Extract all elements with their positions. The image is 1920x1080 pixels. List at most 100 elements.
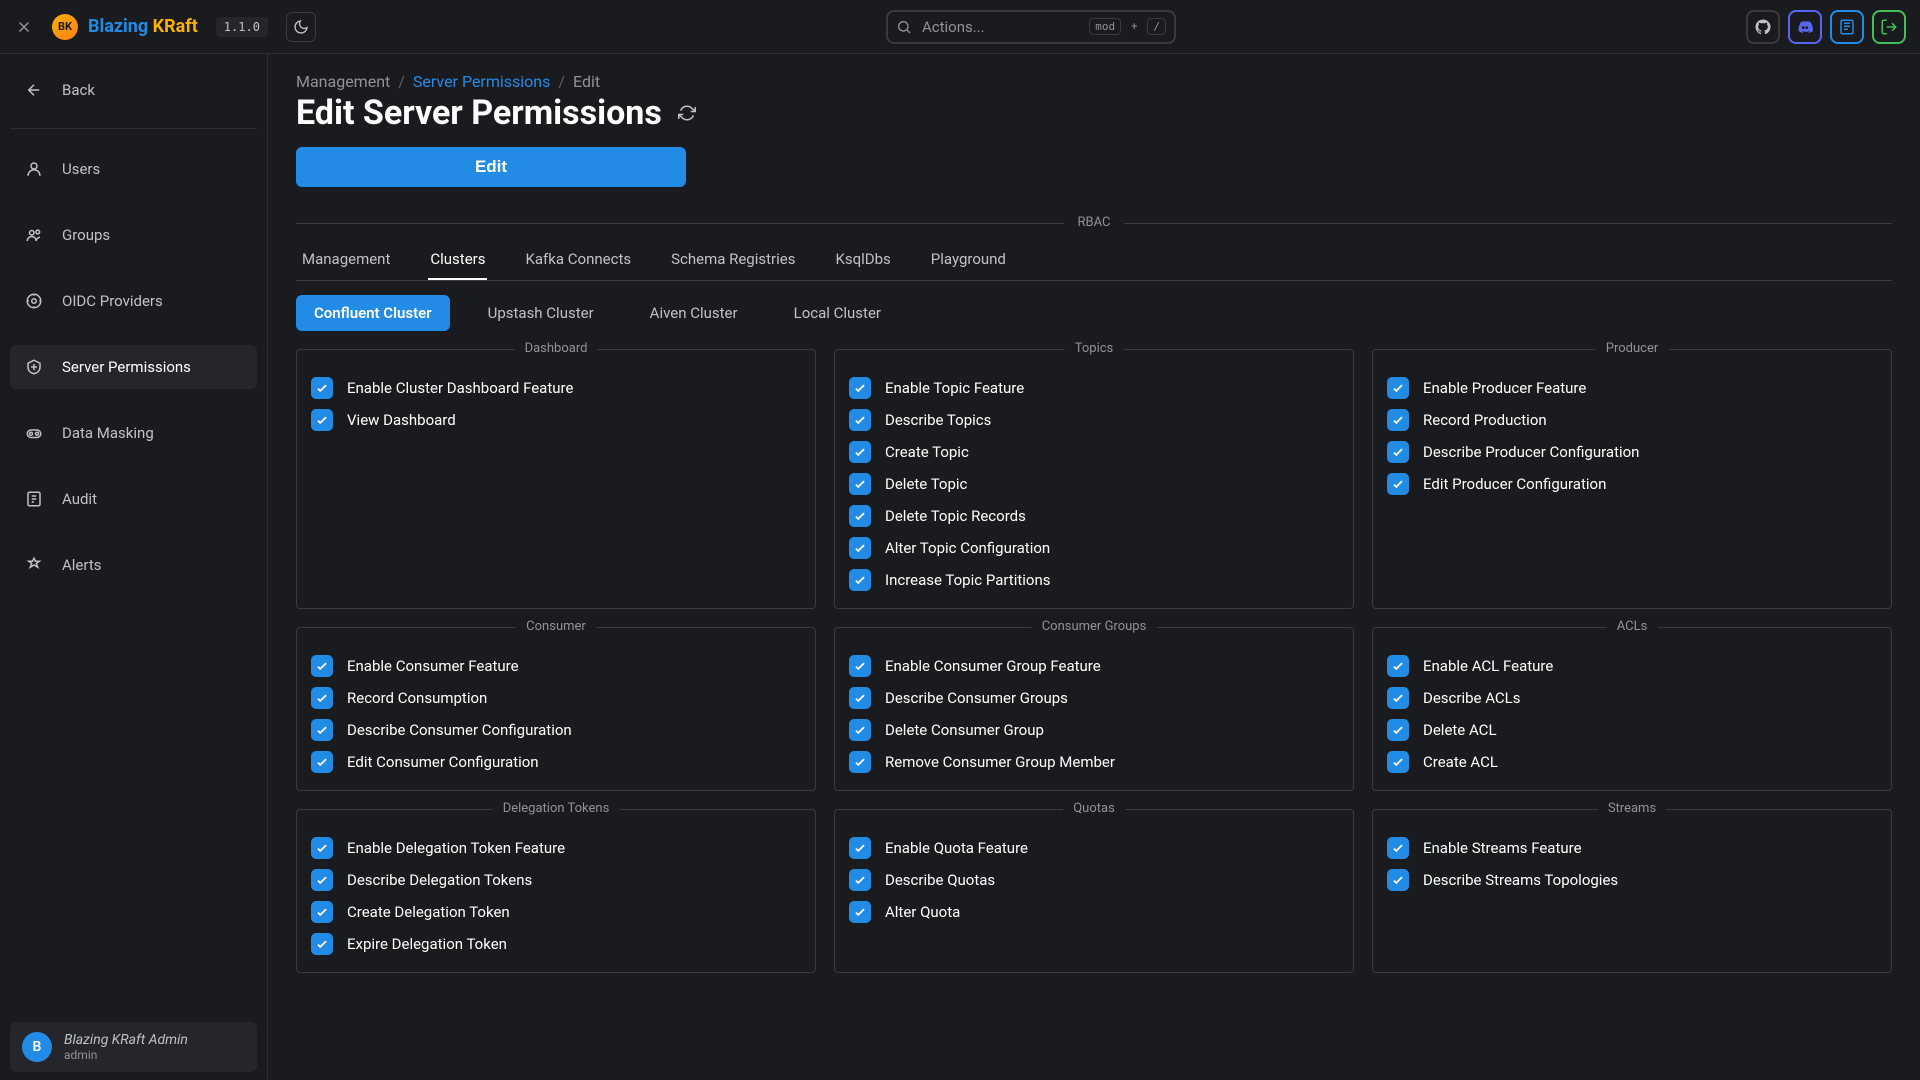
permission-row: Enable ACL Feature [1387, 650, 1877, 682]
permission-label: Create Delegation Token [347, 903, 510, 921]
checkbox[interactable] [1387, 409, 1409, 431]
subtab-local-cluster[interactable]: Local Cluster [776, 295, 899, 331]
breadcrumb-edit: Edit [573, 72, 600, 91]
checkbox[interactable] [1387, 441, 1409, 463]
brand-logo-icon: BK [52, 14, 78, 40]
checkbox[interactable] [311, 719, 333, 741]
checkbox[interactable] [849, 719, 871, 741]
checkbox[interactable] [1387, 687, 1409, 709]
permission-label: Describe Streams Topologies [1423, 871, 1618, 889]
permission-row: Enable Quota Feature [849, 832, 1339, 864]
permission-label: Enable Cluster Dashboard Feature [347, 379, 573, 397]
checkbox[interactable] [849, 377, 871, 399]
permission-label: Alter Quota [885, 903, 960, 921]
close-icon[interactable] [14, 17, 34, 37]
checkbox[interactable] [311, 377, 333, 399]
checkbox[interactable] [311, 837, 333, 859]
brand[interactable]: BK Blazing KRaft [52, 14, 198, 40]
checkbox[interactable] [849, 409, 871, 431]
breadcrumb-management[interactable]: Management [296, 72, 390, 91]
sidebar-item-users[interactable]: Users [10, 147, 257, 191]
tab-kafka-connects[interactable]: Kafka Connects [523, 240, 633, 280]
permission-label: Delete ACL [1423, 721, 1497, 739]
subtab-aiven-cluster[interactable]: Aiven Cluster [632, 295, 756, 331]
permission-label: Enable Quota Feature [885, 839, 1028, 857]
breadcrumb: Management / Server Permissions / Edit [296, 72, 1892, 91]
checkbox[interactable] [849, 537, 871, 559]
permission-row: Edit Producer Configuration [1387, 468, 1877, 500]
checkbox[interactable] [849, 837, 871, 859]
checkbox[interactable] [849, 687, 871, 709]
checkbox[interactable] [311, 751, 333, 773]
checkbox[interactable] [311, 901, 333, 923]
tab-clusters[interactable]: Clusters [428, 240, 487, 280]
checkbox[interactable] [1387, 837, 1409, 859]
github-icon[interactable] [1746, 10, 1780, 44]
permission-label: Delete Topic [885, 475, 967, 493]
tab-management[interactable]: Management [300, 240, 392, 280]
checkbox[interactable] [1387, 377, 1409, 399]
checkbox[interactable] [849, 901, 871, 923]
checkbox[interactable] [311, 933, 333, 955]
card-acls: ACLsEnable ACL FeatureDescribe ACLsDelet… [1372, 627, 1892, 791]
tab-ksqldbs[interactable]: KsqlDbs [833, 240, 892, 280]
sidebar-item-data-masking[interactable]: Data Masking [10, 411, 257, 455]
checkbox[interactable] [849, 441, 871, 463]
version-badge: 1.1.0 [216, 17, 268, 37]
search-placeholder: Actions... [922, 18, 1079, 36]
permission-label: Edit Producer Configuration [1423, 475, 1606, 493]
logout-icon[interactable] [1872, 10, 1906, 44]
checkbox[interactable] [1387, 655, 1409, 677]
user-footer[interactable]: B Blazing KRaft Admin admin [10, 1022, 257, 1072]
subtabs: Confluent Cluster Upstash Cluster Aiven Cl… [296, 295, 1892, 331]
refresh-icon[interactable] [678, 104, 696, 122]
checkbox[interactable] [1387, 719, 1409, 741]
documentation-icon[interactable] [1830, 10, 1864, 44]
permission-row: Remove Consumer Group Member [849, 746, 1339, 778]
tab-schema-registries[interactable]: Schema Registries [669, 240, 797, 280]
permission-row: Describe ACLs [1387, 682, 1877, 714]
checkbox[interactable] [1387, 869, 1409, 891]
checkbox[interactable] [849, 655, 871, 677]
user-role: admin [64, 1048, 188, 1062]
sidebar-item-alerts[interactable]: Alerts [10, 543, 257, 587]
permission-row: Enable Streams Feature [1387, 832, 1877, 864]
checkbox[interactable] [849, 505, 871, 527]
permission-cards: DashboardEnable Cluster Dashboard Featur… [296, 349, 1892, 973]
permission-row: Alter Quota [849, 896, 1339, 928]
sidebar-back[interactable]: Back [10, 62, 257, 118]
permission-label: Describe Quotas [885, 871, 995, 889]
checkbox[interactable] [311, 687, 333, 709]
discord-icon[interactable] [1788, 10, 1822, 44]
checkbox[interactable] [311, 869, 333, 891]
theme-toggle-button[interactable] [286, 12, 316, 42]
search-input[interactable]: Actions... mod + / [886, 10, 1176, 44]
nav-icon [24, 159, 44, 179]
sidebar-item-groups[interactable]: Groups [10, 213, 257, 257]
subtab-upstash-cluster[interactable]: Upstash Cluster [470, 295, 612, 331]
checkbox[interactable] [311, 409, 333, 431]
checkbox[interactable] [849, 869, 871, 891]
permission-label: Enable Consumer Group Feature [885, 657, 1101, 675]
checkbox[interactable] [849, 473, 871, 495]
edit-button[interactable]: Edit [296, 147, 686, 187]
sidebar-item-oidc-providers[interactable]: OIDC Providers [10, 279, 257, 323]
permission-label: Describe Consumer Configuration [347, 721, 572, 739]
tab-playground[interactable]: Playground [929, 240, 1008, 280]
search-icon [896, 19, 912, 35]
checkbox[interactable] [1387, 751, 1409, 773]
permission-row: Edit Consumer Configuration [311, 746, 801, 778]
page-title: Edit Server Permissions [296, 93, 662, 133]
sidebar-item-server-permissions[interactable]: Server Permissions [10, 345, 257, 389]
sidebar-item-audit[interactable]: Audit [10, 477, 257, 521]
checkbox[interactable] [1387, 473, 1409, 495]
card-title: Producer [1596, 341, 1669, 356]
card-title: Quotas [1063, 801, 1125, 816]
checkbox[interactable] [311, 655, 333, 677]
subtab-confluent-cluster[interactable]: Confluent Cluster [296, 295, 450, 331]
breadcrumb-server-permissions[interactable]: Server Permissions [413, 72, 551, 91]
permission-label: Record Consumption [347, 689, 487, 707]
checkbox[interactable] [849, 569, 871, 591]
card-title: Consumer [516, 619, 596, 634]
checkbox[interactable] [849, 751, 871, 773]
